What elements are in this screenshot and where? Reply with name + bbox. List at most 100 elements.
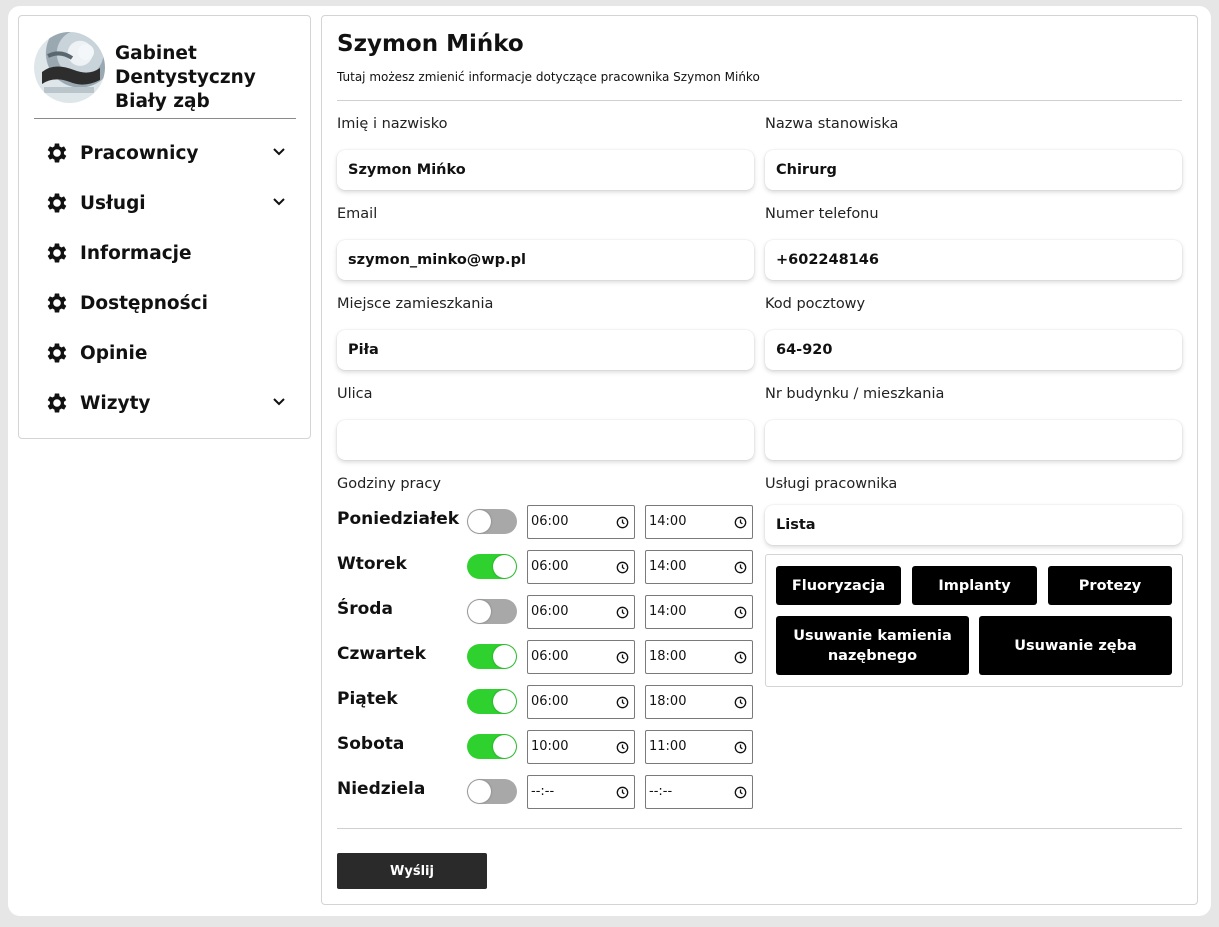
day-enabled-toggle[interactable] <box>467 779 517 804</box>
clinic-logo <box>34 32 105 103</box>
day-enabled-toggle[interactable] <box>467 734 517 759</box>
sidebar-item-label: Informacje <box>80 242 192 264</box>
services-label: Usługi pracownika <box>765 476 898 492</box>
gear-icon <box>47 343 67 363</box>
start-time-value: 06:00 <box>531 604 569 619</box>
working-day-row: Niedziela --:-- --:-- <box>337 775 757 811</box>
clock-icon <box>616 696 629 709</box>
sidebar-item-dostepnosci[interactable]: Dostępności <box>34 278 296 328</box>
start-time-input[interactable]: 06:00 <box>527 640 635 674</box>
clock-icon <box>616 561 629 574</box>
position-input[interactable] <box>765 150 1182 190</box>
working-day-row: Poniedziałek 06:00 14:00 <box>337 505 757 541</box>
sidebar-item-wizyty[interactable]: Wizyty <box>34 378 296 428</box>
start-time-input[interactable]: 06:00 <box>527 550 635 584</box>
sidebar-item-label: Usługi <box>80 192 146 214</box>
divider <box>337 828 1182 829</box>
sidebar-item-opinie[interactable]: Opinie <box>34 328 296 378</box>
sidebar-item-uslugi[interactable]: Usługi <box>34 178 296 228</box>
clock-icon <box>616 606 629 619</box>
phone-input[interactable] <box>765 240 1182 280</box>
day-name: Piątek <box>337 689 398 709</box>
service-protezy-button[interactable]: Protezy <box>1048 566 1172 605</box>
city-input[interactable] <box>337 330 754 370</box>
name-input[interactable] <box>337 150 754 190</box>
day-enabled-toggle[interactable] <box>467 554 517 579</box>
clinic-name-line: Gabinet <box>115 43 197 64</box>
service-fluoryzacja-button[interactable]: Fluoryzacja <box>776 566 901 605</box>
end-time-value: --:-- <box>649 784 673 799</box>
building-label: Nr budynku / mieszkania <box>765 386 945 402</box>
working-day-row: Czwartek 06:00 18:00 <box>337 640 757 676</box>
street-input[interactable] <box>337 420 754 460</box>
end-time-value: 11:00 <box>649 739 687 754</box>
working-day-row: Środa 06:00 14:00 <box>337 595 757 631</box>
start-time-input[interactable]: 10:00 <box>527 730 635 764</box>
start-time-value: 10:00 <box>531 739 569 754</box>
brand: Gabinet Dentystyczny Biały ząb <box>34 32 296 119</box>
end-time-input[interactable]: 11:00 <box>645 730 753 764</box>
clock-icon <box>734 696 747 709</box>
clock-icon <box>616 741 629 754</box>
end-time-input[interactable]: 14:00 <box>645 505 753 539</box>
start-time-input[interactable]: 06:00 <box>527 595 635 629</box>
position-label: Nazwa stanowiska <box>765 116 899 132</box>
start-time-input[interactable]: 06:00 <box>527 685 635 719</box>
end-time-input[interactable]: --:-- <box>645 775 753 809</box>
app-frame: Gabinet Dentystyczny Biały ząb Pracownic… <box>8 6 1211 916</box>
hours-label: Godziny pracy <box>337 476 441 492</box>
toggle-knob <box>468 780 491 803</box>
sidebar-nav: Pracownicy Usługi Informacje Dostępności… <box>34 128 296 428</box>
gear-icon <box>47 193 67 213</box>
employee-edit-panel: Szymon Mińko Tutaj możesz zmienić inform… <box>321 15 1198 905</box>
email-input[interactable] <box>337 240 754 280</box>
working-day-row: Wtorek 06:00 14:00 <box>337 550 757 586</box>
postal-input[interactable] <box>765 330 1182 370</box>
service-usuwanie-zeba-button[interactable]: Usuwanie zęba <box>979 616 1172 675</box>
end-time-input[interactable]: 14:00 <box>645 550 753 584</box>
email-label: Email <box>337 206 378 222</box>
end-time-input[interactable]: 18:00 <box>645 640 753 674</box>
page-subtitle: Tutaj możesz zmienić informacje dotycząc… <box>337 70 760 84</box>
toggle-knob <box>493 645 516 668</box>
start-time-value: --:-- <box>531 784 555 799</box>
clinic-name: Gabinet Dentystyczny Biały ząb <box>115 42 295 114</box>
submit-button[interactable]: Wyślij <box>337 853 487 889</box>
start-time-input[interactable]: --:-- <box>527 775 635 809</box>
services-select[interactable] <box>765 505 1182 545</box>
name-label: Imię i nazwisko <box>337 116 448 132</box>
end-time-value: 18:00 <box>649 694 687 709</box>
toggle-knob <box>493 735 516 758</box>
sidebar-item-label: Opinie <box>80 342 148 364</box>
start-time-input[interactable]: 06:00 <box>527 505 635 539</box>
end-time-value: 18:00 <box>649 649 687 664</box>
service-implanty-button[interactable]: Implanty <box>912 566 1037 605</box>
toggle-knob <box>468 600 491 623</box>
clock-icon <box>734 651 747 664</box>
city-label: Miejsce zamieszkania <box>337 296 494 312</box>
clock-icon <box>616 651 629 664</box>
chevron-down-icon <box>273 148 285 156</box>
sidebar-item-label: Pracownicy <box>80 142 199 164</box>
day-name: Wtorek <box>337 554 407 574</box>
toggle-knob <box>493 555 516 578</box>
end-time-value: 14:00 <box>649 604 687 619</box>
clock-icon <box>734 516 747 529</box>
building-input[interactable] <box>765 420 1182 460</box>
day-name: Niedziela <box>337 779 426 799</box>
sidebar-item-informacje[interactable]: Informacje <box>34 228 296 278</box>
day-enabled-toggle[interactable] <box>467 509 517 534</box>
day-enabled-toggle[interactable] <box>467 599 517 624</box>
sidebar-item-pracownicy[interactable]: Pracownicy <box>34 128 296 178</box>
start-time-value: 06:00 <box>531 649 569 664</box>
day-enabled-toggle[interactable] <box>467 689 517 714</box>
gear-icon <box>47 143 67 163</box>
phone-label: Numer telefonu <box>765 206 879 222</box>
gear-icon <box>47 293 67 313</box>
day-enabled-toggle[interactable] <box>467 644 517 669</box>
end-time-input[interactable]: 14:00 <box>645 595 753 629</box>
sidebar-item-label: Dostępności <box>80 292 208 314</box>
service-usuwanie-kamienia-button[interactable]: Usuwanie kamienia nazębnego <box>776 616 969 675</box>
end-time-input[interactable]: 18:00 <box>645 685 753 719</box>
day-name: Czwartek <box>337 644 426 664</box>
